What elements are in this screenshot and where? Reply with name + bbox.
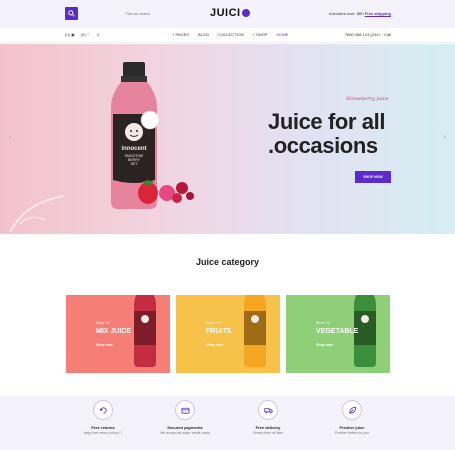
heart-icon: ♡ [86, 32, 91, 37]
feature-desc: days free return policy !7 [83, 431, 123, 435]
features-strip: Free returns days free return policy !7 … [0, 396, 455, 450]
hero-banner: ‹ › innocent SMOOTHIE BERRY SET Strawber… [0, 44, 455, 234]
cart-count: (0) [65, 32, 70, 37]
category-name: FRUITS [206, 328, 232, 335]
category-name: VEGETABLE [316, 328, 359, 335]
category-count: Items +9 [316, 321, 330, 325]
nav-item-shop[interactable]: + SHOP [253, 32, 268, 37]
feature-title: Fresher juice [339, 425, 365, 430]
shipping-notice: Invorders over: $50 Free shipping [329, 11, 391, 16]
credit-card-icon [175, 400, 195, 420]
nav-item-label: PAGES [175, 32, 189, 37]
bottle-brand: innocent [121, 146, 147, 152]
bottle-label-line: SET [130, 162, 138, 166]
cart-button[interactable]: (0) ▣ [65, 32, 75, 37]
search-icon [68, 10, 75, 17]
bottle-image [134, 295, 156, 367]
chevron-left-icon[interactable]: ‹ [9, 134, 11, 141]
nav-item-blog[interactable]: BLOG [198, 32, 209, 37]
feature-title: Secured payments [167, 425, 203, 430]
wishlist-button[interactable]: (0) ♡ [81, 32, 91, 37]
category-card-vegetable[interactable]: Items +9 VEGETABLE Shop now [286, 295, 390, 373]
feature-title: Free delivery [255, 425, 281, 430]
category-title: Juice category [195, 257, 260, 267]
free-shipping-link[interactable]: Free shipping [365, 11, 391, 16]
feature-free-returns: Free returns days free return policy !7 [63, 400, 143, 435]
bottle-image [244, 295, 266, 367]
feature-title: Free returns [91, 425, 115, 430]
category-count: Mary +9 [96, 321, 109, 325]
hero-title-line1: Juice for all [268, 109, 386, 134]
nav-item-pages[interactable]: + PAGES [172, 32, 189, 37]
order-text: Invorders over: $50 [329, 11, 364, 16]
nav-menu: + PAGES BLOG COLLECTION + SHOP HOME [172, 32, 288, 37]
feature-free-delivery: Free delivery Orders from all item [228, 400, 308, 435]
category-card-mix-juice[interactable]: Mary +9 MIX JUICE Shop now [66, 295, 170, 373]
hero-title-line2: .occasions [268, 133, 378, 158]
bottle-label: SMOOTHIE BERRY SET [113, 154, 155, 166]
wishlist-count: (0) [80, 32, 86, 37]
nav-item-home[interactable]: HOME [276, 32, 288, 37]
category-card-fruits[interactable]: Items +10 FRUITS Shop now [176, 295, 280, 373]
logo-text: JUICI [210, 7, 241, 19]
feature-desc: Fresher better for you [335, 431, 369, 435]
cart-icon: ▣ [71, 32, 75, 37]
leaf-icon [342, 400, 362, 420]
logo-mark-icon [241, 9, 250, 17]
phone-number: 7890 456 123 (234+ : Call [344, 32, 391, 37]
feature-desc: We accept all major credit cards [160, 431, 210, 435]
feature-fresher-juice: Fresher juice Fresher better for you [312, 400, 392, 435]
account-icon[interactable]: ♙ [96, 32, 100, 37]
shop-now-link[interactable]: Shop now [316, 343, 333, 347]
strawberries-image [138, 180, 194, 204]
search-input[interactable] [80, 7, 150, 20]
category-count: Items +10 [206, 321, 222, 325]
truck-icon [258, 400, 278, 420]
feature-secured-payments: Secured payments We accept all major cre… [145, 400, 225, 435]
top-bar: JUICI Invorders over: $50 Free shipping [0, 0, 455, 28]
shop-now-link[interactable]: Shop now [206, 343, 223, 347]
shop-now-button[interactable]: SHOP NOW [355, 171, 391, 183]
nav-icons: (0) ▣ (0) ♡ ♙ [65, 32, 100, 37]
search-button[interactable] [65, 7, 78, 20]
main-nav: (0) ▣ (0) ♡ ♙ + PAGES BLOG COLLECTION + … [0, 28, 455, 43]
leaf-decoration-icon [9, 195, 64, 233]
nav-item-collection[interactable]: COLLECTION [218, 32, 244, 37]
chevron-right-icon[interactable]: › [444, 134, 446, 141]
hero-title: Juice for all .occasions [268, 110, 385, 158]
nav-item-label: SHOP [256, 32, 268, 37]
feature-desc: Orders from all item [252, 431, 284, 435]
hero-tagline: Strawberry juice [346, 96, 389, 102]
shop-now-link[interactable]: Shop now [96, 343, 113, 347]
returns-icon [93, 400, 113, 420]
category-name: MIX JUICE [96, 328, 132, 335]
site-logo[interactable]: JUICI [210, 7, 250, 19]
